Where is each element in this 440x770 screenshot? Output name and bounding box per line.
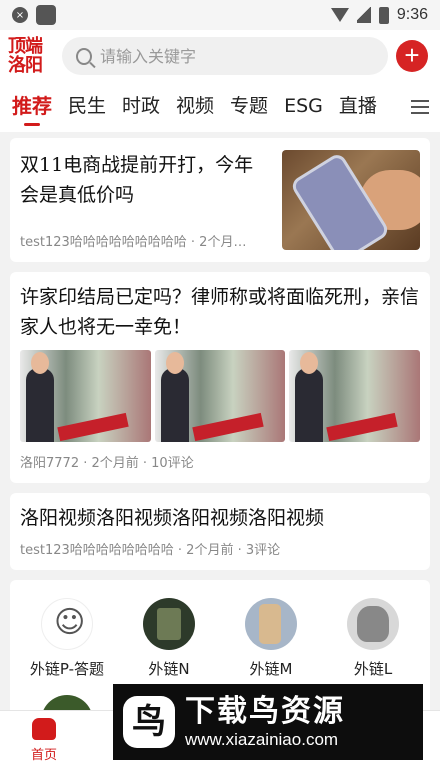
news-meta: test123哈哈哈哈哈哈哈哈哈 · 2个月… [20,235,247,250]
link-label: 外链L [353,660,393,678]
tab-esg[interactable]: ESG [284,82,323,132]
watermark-title: 下载鸟资源 [185,694,345,729]
link-item[interactable]: 外链P-答题 [16,598,118,679]
app-logo[interactable]: 顶端 洛阳 [8,37,54,75]
search-input[interactable] [99,46,374,66]
link-label: 外链P-答题 [29,660,105,678]
wifi-icon [330,8,349,22]
phone-avatar-icon [143,598,195,650]
tab-politics[interactable]: 时政 [122,82,160,132]
link-item[interactable]: 外链N [118,598,220,679]
news-image [20,350,151,442]
news-feed: 双11电商战提前开打，今年会是真低价吗 test123哈哈哈哈哈哈哈哈哈 · 2… [0,132,440,757]
app-header: 顶端 洛阳 + [0,30,440,82]
watermark-url: www.xiazainiao.com [185,730,339,749]
logo-line1: 顶端 [8,36,43,57]
link-label: 外链N [148,660,190,678]
cartoon-avatar-icon [41,598,93,650]
search-bar[interactable] [62,37,388,75]
notification-icon [36,5,56,25]
news-thumbnail [282,150,420,250]
news-meta: 洛阳7772 · 2个月前 · 10评论 [20,456,194,471]
news-image [289,350,421,442]
battery-icon [378,6,389,24]
tab-video[interactable]: 视频 [176,82,214,132]
watermark-logo: 鸟 [123,696,175,748]
tab-recommend[interactable]: 推荐 [12,82,52,132]
tab-live[interactable]: 直播 [339,82,377,132]
news-card[interactable]: 洛阳视频洛阳视频洛阳视频洛阳视频 test123哈哈哈哈哈哈哈哈 · 2个月前 … [10,493,430,570]
news-title: 双11电商战提前开打，今年会是真低价吗 [20,154,254,206]
cartoon-avatar-icon [347,598,399,650]
status-bar: × 9:36 [0,0,440,30]
signal-icon [356,7,371,23]
news-card[interactable]: 许家印结局已定吗？律师称或将面临死刑，亲信家人也将无一幸免！ 洛阳7772 · … [10,272,430,483]
tab-livelihood[interactable]: 民生 [68,82,106,132]
search-icon [76,47,92,65]
logo-line2: 洛阳 [8,55,43,76]
news-image [154,350,286,442]
nav-home[interactable]: 首页 [0,711,88,770]
link-label: 外链M [249,660,293,678]
news-card[interactable]: 双11电商战提前开打，今年会是真低价吗 test123哈哈哈哈哈哈哈哈哈 · 2… [10,138,430,262]
news-meta: test123哈哈哈哈哈哈哈哈 · 2个月前 · 3评论 [20,543,281,558]
phone-avatar-icon [245,598,297,650]
add-button[interactable]: + [396,40,428,72]
nav-home-label: 首页 [30,748,57,763]
news-title: 许家印结局已定吗？律师称或将面临死刑，亲信家人也将无一幸免！ [20,286,420,338]
link-item[interactable]: 外链M [220,598,322,679]
news-title: 洛阳视频洛阳视频洛阳视频洛阳视频 [20,507,325,529]
channel-menu-icon[interactable] [400,82,440,132]
shield-icon: × [12,7,28,23]
home-icon [32,718,56,740]
tab-topics[interactable]: 专题 [230,82,268,132]
watermark-banner: 鸟 下载鸟资源 www.xiazainiao.com [113,684,423,760]
link-item[interactable]: 外链L [322,598,424,679]
channel-tabs: 推荐 民生 时政 视频 专题 ESG 直播 [0,82,440,132]
clock: 9:36 [396,6,428,23]
